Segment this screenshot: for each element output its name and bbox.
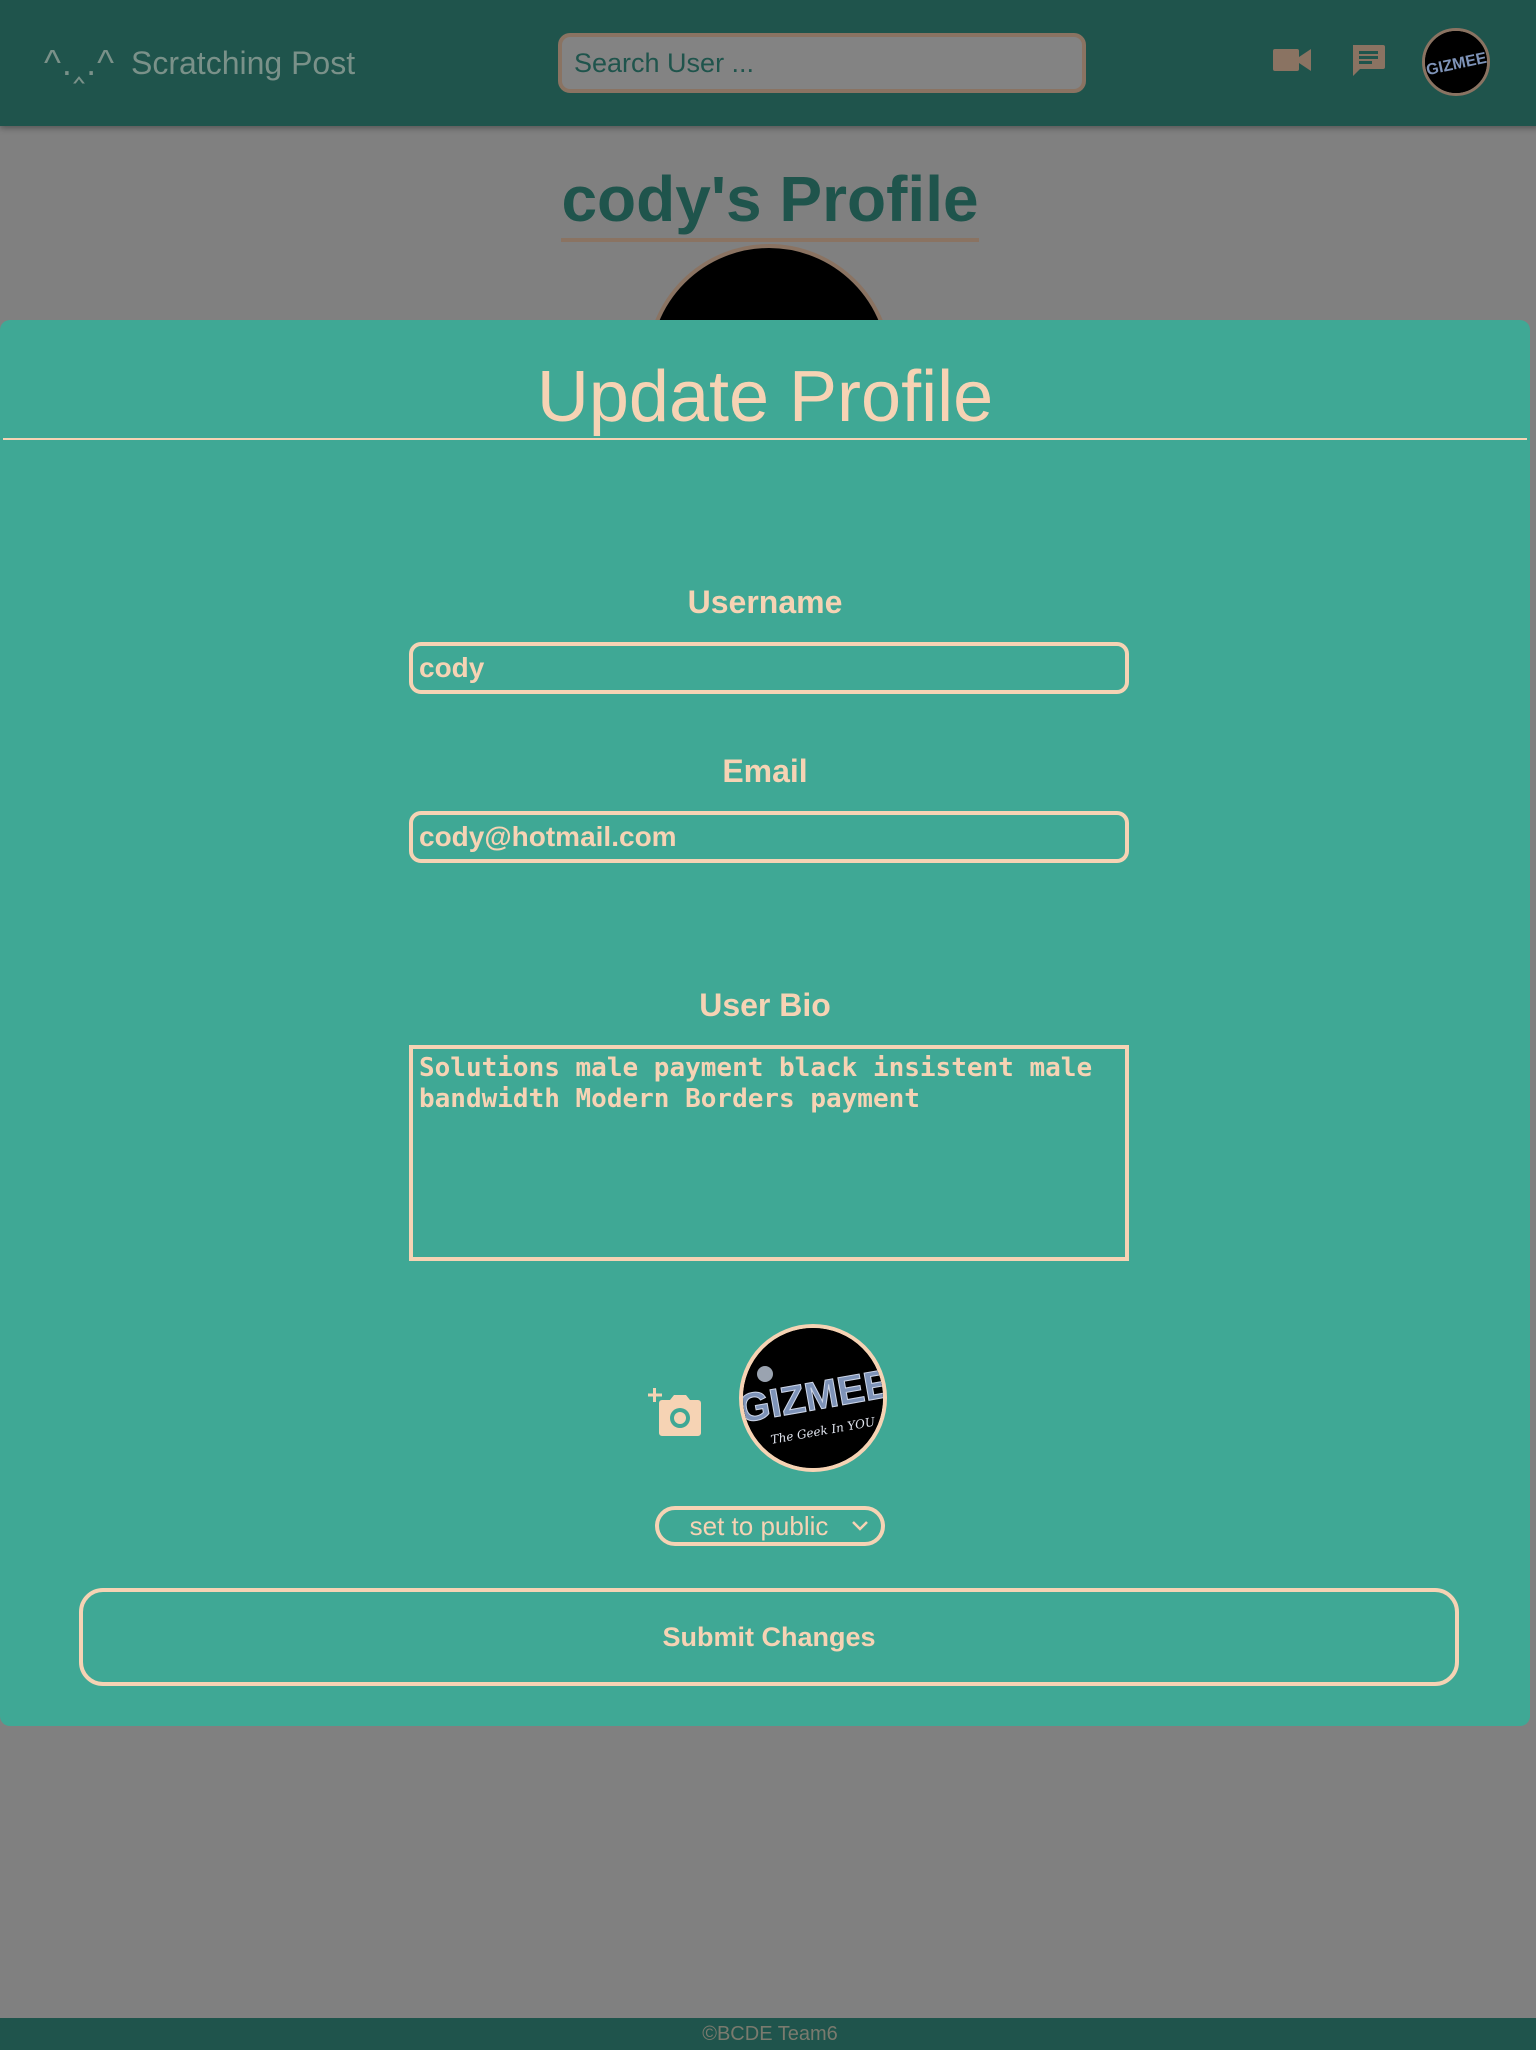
email-label: Email	[722, 753, 808, 789]
add-photo-icon[interactable]	[648, 1386, 702, 1438]
email-field[interactable]	[409, 811, 1129, 863]
top-navbar: ^.‸.^ Scratching Post GIZMEE	[0, 0, 1540, 126]
footer: ©BCDE Team6	[0, 2018, 1540, 2050]
search-user-input[interactable]	[558, 33, 1086, 93]
username-label: Username	[687, 584, 843, 620]
bio-label: User Bio	[699, 987, 831, 1023]
cat-logo: ^.‸.^	[44, 42, 115, 83]
profile-title: cody's Profile	[561, 162, 979, 242]
update-profile-modal: Update Profile Username Email User Bio S…	[0, 320, 1530, 1726]
app-title: Scratching Post	[131, 44, 356, 81]
modal-title: Update Profile	[536, 357, 994, 437]
profile-picture-preview: GIZMEE The Geek In YOU	[739, 1324, 887, 1472]
bio-textarea[interactable]: Solutions male payment black insistent m…	[409, 1045, 1129, 1261]
chat-message-icon[interactable]	[1346, 40, 1390, 80]
modal-divider	[3, 438, 1527, 440]
privacy-select[interactable]: set to public	[655, 1506, 885, 1546]
footer-copyright: ©BCDE Team6	[702, 2023, 838, 2045]
user-avatar-button[interactable]: GIZMEE	[1422, 28, 1490, 96]
chevron-down-icon	[852, 1521, 868, 1531]
scrollbar-gutter	[1536, 0, 1540, 2050]
profile-heading-wrap: cody's Profile	[0, 162, 1540, 242]
video-camera-icon[interactable]	[1270, 40, 1314, 80]
privacy-selected-value: set to public	[689, 1510, 829, 1541]
submit-changes-button[interactable]: Submit Changes	[79, 1588, 1459, 1686]
brand-link[interactable]: ^.‸.^ Scratching Post	[44, 38, 355, 88]
username-field[interactable]	[409, 642, 1129, 694]
